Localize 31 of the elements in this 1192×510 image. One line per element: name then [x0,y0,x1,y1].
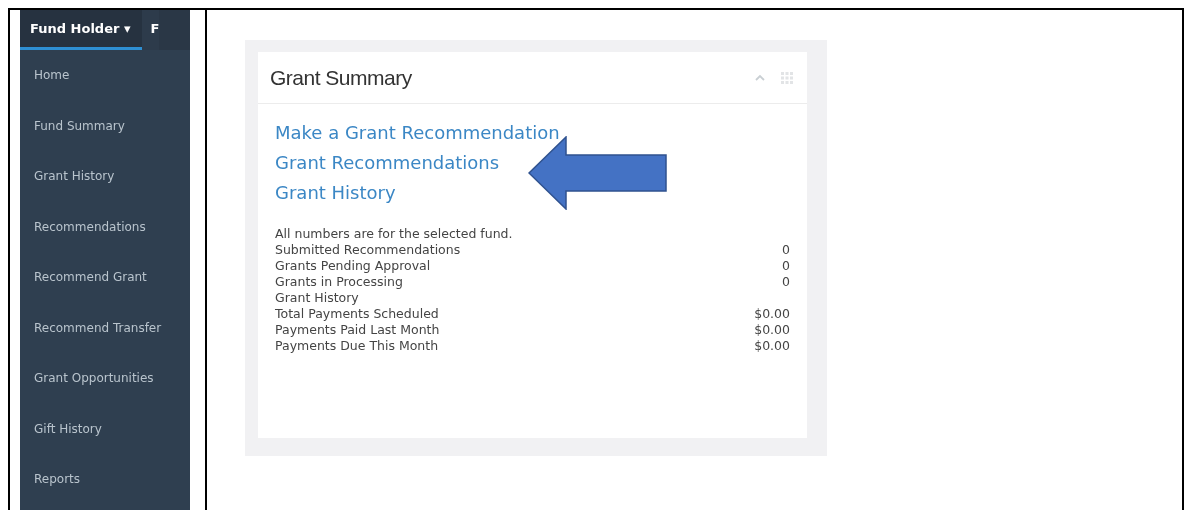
row-value: 0 [782,274,790,290]
link[interactable]: Grant Recommendations [275,148,500,178]
menu-item[interactable]: Gift History [20,403,190,454]
menu-item[interactable]: Recommend Grant [20,252,190,303]
row-label: Submitted Recommendations [275,242,461,258]
menu-tab[interactable]: Fund Holder ▾ [20,10,143,50]
chevron-up-icon[interactable] [755,74,765,81]
row-label: Grant History [275,290,359,306]
note-text: All numbers are for the selected fund. [275,226,514,242]
row-value: $0.00 [754,306,790,322]
row-label: Grants in Processing [275,274,403,290]
row-value: 0 [782,242,790,258]
menu-item[interactable]: Recommend Transfer [20,302,190,353]
menu-item[interactable]: Home [20,50,190,101]
link[interactable]: Grant History [275,178,396,208]
menu-tab[interactable]: F [142,10,160,50]
card-title: Grant Summary [270,64,412,91]
row-label: Total Payments Scheduled [275,306,439,322]
row-label: Payments Due This Month [275,338,439,354]
menu-item[interactable]: Fund Summary [20,100,190,151]
menu-item[interactable]: Grant History [20,151,190,202]
menu-item[interactable]: Grant Opportunities [20,353,190,404]
link[interactable]: Make a Grant Recommendation [275,118,560,148]
row-value: $0.00 [754,338,790,354]
grid-icon[interactable] [781,71,793,84]
menu-item[interactable]: Reports [20,454,190,505]
row-label: Payments Paid Last Month [275,322,440,338]
row-value: $0.00 [754,322,790,338]
menu-item[interactable]: Recommendations [20,201,190,252]
row-value: 0 [782,258,790,274]
row-label: Grants Pending Approval [275,258,431,274]
